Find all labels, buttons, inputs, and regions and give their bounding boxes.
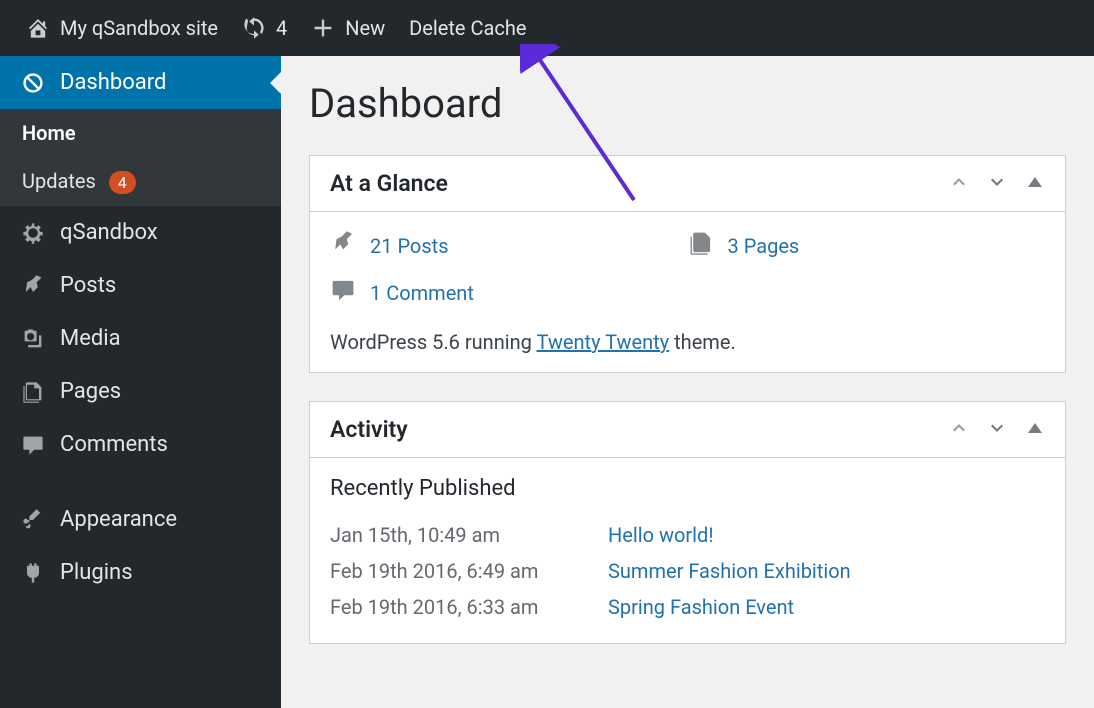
activity-box: Activity Recently Published Jan 15th, 10… <box>309 401 1066 644</box>
activity-title: Activity <box>330 416 408 443</box>
activity-link[interactable]: Summer Fashion Exhibition <box>608 559 851 583</box>
sidebar-label: Pages <box>60 379 121 404</box>
activity-date: Feb 19th 2016, 6:49 am <box>330 559 608 583</box>
activity-link[interactable]: Spring Fashion Event <box>608 595 794 619</box>
toolbar-site-name: My qSandbox site <box>60 16 218 40</box>
toolbar-delete-cache-label: Delete Cache <box>409 16 526 40</box>
sidebar-item-posts[interactable]: Posts <box>0 259 281 312</box>
toolbar-updates-count: 4 <box>276 16 287 40</box>
sidebar-item-appearance[interactable]: Appearance <box>0 493 281 546</box>
content-area: Dashboard At a Glance 21 Posts <box>281 56 1094 708</box>
glance-pages[interactable]: 3 Pages <box>688 230 1046 261</box>
plug-icon <box>18 561 48 585</box>
media-icon <box>18 327 48 351</box>
sidebar-label: Plugins <box>60 560 133 585</box>
sidebar-sub-updates[interactable]: Updates 4 <box>0 157 281 206</box>
toolbar-new-label: New <box>345 16 385 40</box>
comment-icon <box>18 433 48 457</box>
chevron-up-icon[interactable] <box>949 172 969 196</box>
theme-link[interactable]: Twenty Twenty <box>536 330 669 354</box>
pin-icon <box>330 230 356 261</box>
gear-icon <box>18 221 48 245</box>
sidebar-label: Posts <box>60 273 116 298</box>
toolbar-delete-cache[interactable]: Delete Cache <box>397 0 538 56</box>
sidebar-item-qsandbox[interactable]: qSandbox <box>0 206 281 259</box>
pin-icon <box>18 274 48 298</box>
page-title: Dashboard <box>309 80 1066 127</box>
sidebar-label: Comments <box>60 432 168 457</box>
toolbar-new[interactable]: New <box>299 0 397 56</box>
toolbar-updates[interactable]: 4 <box>230 0 299 56</box>
sidebar-item-comments[interactable]: Comments <box>0 418 281 471</box>
activity-date: Feb 19th 2016, 6:33 am <box>330 595 608 619</box>
comment-icon <box>330 277 356 308</box>
glance-title: At a Glance <box>330 170 448 197</box>
activity-date: Jan 15th, 10:49 am <box>330 523 608 547</box>
activity-row: Feb 19th 2016, 6:33 am Spring Fashion Ev… <box>330 589 1045 625</box>
pages-icon <box>688 230 714 261</box>
admin-sidebar: Dashboard Home Updates 4 qSandbox Posts <box>0 56 281 708</box>
sidebar-label: Appearance <box>60 507 177 532</box>
sidebar-item-plugins[interactable]: Plugins <box>0 546 281 599</box>
sidebar-label: qSandbox <box>60 220 158 245</box>
sidebar-sub-home[interactable]: Home <box>0 109 281 157</box>
sidebar-label: Media <box>60 326 121 351</box>
updates-badge: 4 <box>109 171 136 194</box>
triangle-up-icon[interactable] <box>1025 418 1045 442</box>
admin-toolbar: My qSandbox site 4 New Delete Cache <box>0 0 1094 56</box>
brush-icon <box>18 508 48 532</box>
plus-icon <box>311 16 335 40</box>
chevron-down-icon[interactable] <box>987 418 1007 442</box>
glance-posts[interactable]: 21 Posts <box>330 230 688 261</box>
chevron-down-icon[interactable] <box>987 172 1007 196</box>
sidebar-label: Dashboard <box>60 70 166 95</box>
sidebar-item-dashboard[interactable]: Dashboard <box>0 56 281 109</box>
dashboard-icon <box>18 71 48 95</box>
pages-icon <box>18 380 48 404</box>
glance-comments[interactable]: 1 Comment <box>330 277 1045 308</box>
sidebar-item-media[interactable]: Media <box>0 312 281 365</box>
toolbar-site-link[interactable]: My qSandbox site <box>14 0 230 56</box>
at-a-glance-box: At a Glance 21 Posts 3 Pages <box>309 155 1066 373</box>
activity-link[interactable]: Hello world! <box>608 523 713 547</box>
activity-row: Feb 19th 2016, 6:49 am Summer Fashion Ex… <box>330 553 1045 589</box>
refresh-icon <box>242 16 266 40</box>
triangle-up-icon[interactable] <box>1025 172 1045 196</box>
glance-version: WordPress 5.6 running Twenty Twenty them… <box>330 330 1045 354</box>
sidebar-item-pages[interactable]: Pages <box>0 365 281 418</box>
activity-section: Recently Published <box>330 476 1045 501</box>
home-icon <box>26 16 50 40</box>
chevron-up-icon[interactable] <box>949 418 969 442</box>
activity-row: Jan 15th, 10:49 am Hello world! <box>330 517 1045 553</box>
